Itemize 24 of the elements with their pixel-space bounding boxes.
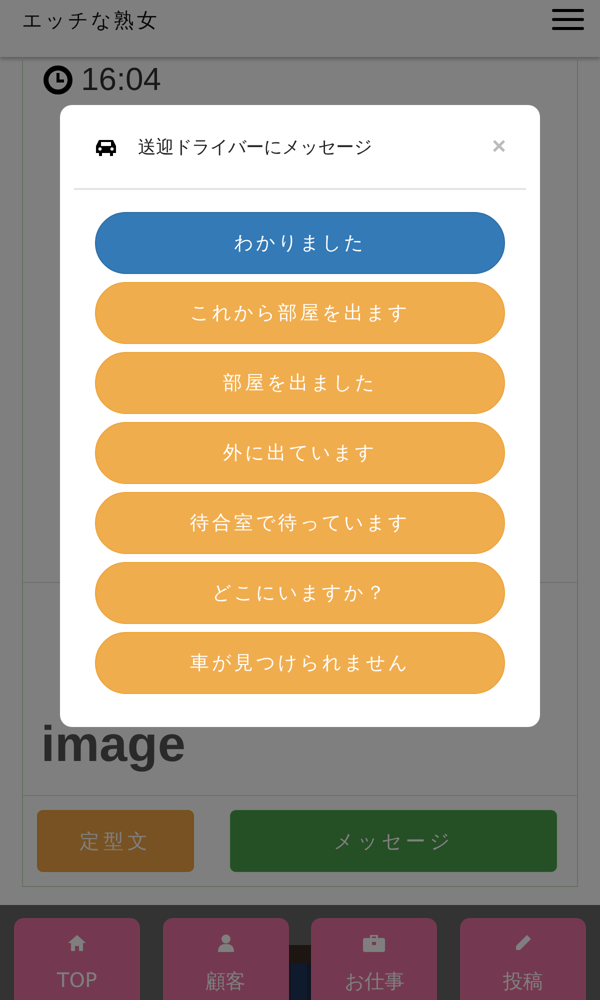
nav-button[interactable]: 投稿 — [460, 918, 586, 1000]
time-text: 16:04 — [81, 61, 162, 98]
nav-button[interactable]: TOP — [14, 918, 140, 1000]
car-icon — [94, 138, 118, 156]
home-icon — [67, 934, 87, 952]
pencil-icon — [514, 934, 532, 952]
nav-button[interactable]: お仕事 — [311, 918, 438, 1000]
action-button[interactable]: 定型文 — [37, 810, 194, 872]
action-button[interactable]: メッセージ — [230, 810, 557, 872]
nav-button[interactable]: 顧客 — [162, 918, 289, 1000]
message-button[interactable]: これから部屋を出ます — [95, 282, 505, 344]
menu-icon[interactable] — [552, 8, 584, 30]
close-button[interactable]: × — [492, 132, 506, 160]
clock-icon — [43, 64, 73, 94]
message-button[interactable]: 待合室で待っています — [95, 492, 505, 554]
message-button[interactable]: わかりました — [95, 212, 505, 274]
message-button[interactable]: 車が見つけられません — [95, 632, 505, 694]
message-button[interactable]: 部屋を出ました — [95, 352, 505, 414]
user-icon — [216, 934, 235, 952]
message-button[interactable]: どこにいますか？ — [95, 562, 505, 624]
message-button[interactable]: 外に出ています — [95, 422, 505, 484]
site-title: エッチな熟女 — [22, 7, 160, 34]
modal-title: 送迎ドライバーにメッセージ — [138, 136, 373, 158]
briefcase-icon — [363, 934, 386, 952]
